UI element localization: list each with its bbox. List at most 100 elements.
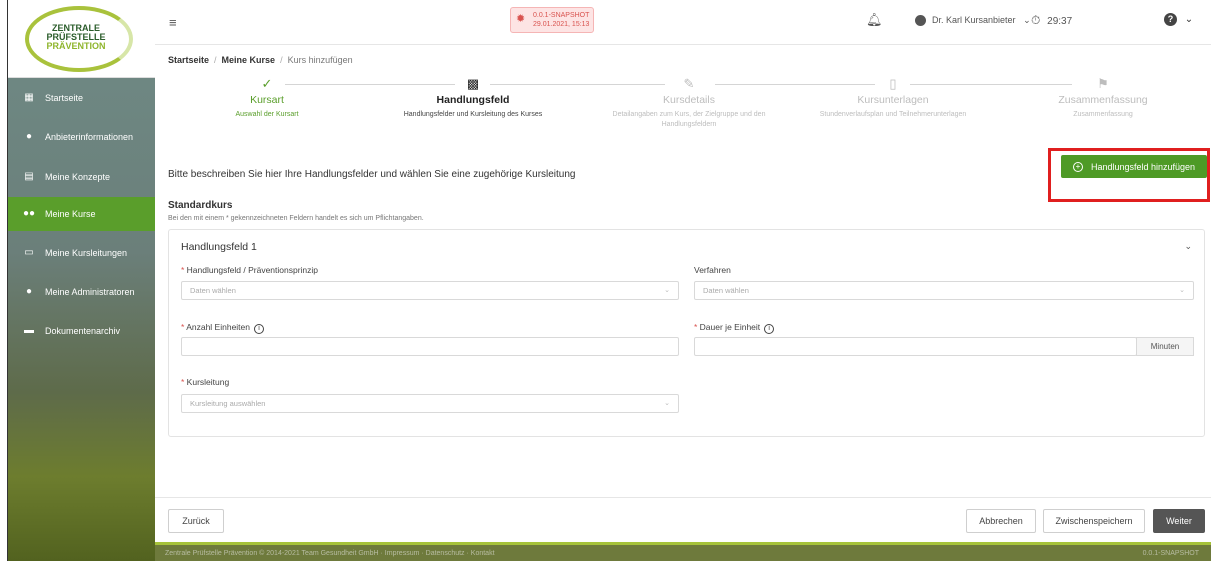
info-icon[interactable]: i: [254, 324, 264, 334]
breadcrumb: Startseite / Meine Kurse / Kurs hinzufügen: [168, 55, 353, 65]
breadcrumb-separator: /: [280, 55, 283, 65]
sidebar-item-konzepte[interactable]: ▤ Meine Konzepte: [8, 160, 156, 194]
group-icon: ●●: [22, 208, 36, 219]
check-icon: ✓: [261, 76, 273, 91]
sidebar-item-administratoren[interactable]: ● Meine Administratoren: [8, 275, 156, 309]
info-icon[interactable]: i: [764, 324, 775, 334]
dashboard-icon: ▦: [24, 92, 34, 103]
card-title: Handlungsfeld 1: [181, 241, 257, 253]
footer-version: 0.0.1-SNAPSHOT: [1142, 550, 1199, 557]
chevron-down-icon: ⌄: [1184, 14, 1194, 25]
step-title: Zusammenfassung: [1058, 94, 1148, 106]
step-kursunterlagen: ▯ Kursunterlagen Stundenverlaufsplan und…: [793, 76, 993, 120]
kursleitung-label: * Kursleitung: [181, 377, 230, 387]
step-title: Handlungsfeld: [436, 94, 510, 106]
sidebar-item-startseite[interactable]: ▦ Startseite: [8, 81, 156, 115]
snapshot-version: 0.0.1-SNAPSHOT: [533, 12, 590, 19]
breadcrumb-current: Kurs hinzufügen: [287, 55, 353, 65]
sidebar-item-label: Meine Kurse: [45, 209, 96, 219]
logo-text: ZENTRALE PRÜFSTELLE PRÄVENTION: [36, 24, 116, 51]
hamburger-menu-icon[interactable]: ≡: [169, 15, 177, 30]
back-button[interactable]: Zurück: [168, 509, 224, 533]
bug-icon: ✹: [516, 13, 526, 25]
handlungsfeld-label: * Handlungsfeld / Präventionsprinzip: [181, 265, 319, 275]
verfahren-label: Verfahren: [694, 265, 731, 275]
minuten-unit: Minuten: [1136, 337, 1194, 356]
chevron-down-icon: ⌄: [664, 400, 670, 407]
sidebar-item-kurse[interactable]: ●● Meine Kurse: [8, 197, 156, 231]
chevron-down-icon: ⌄: [664, 287, 670, 294]
user-avatar-icon: [915, 15, 926, 27]
contact-card-icon: ▭: [24, 247, 34, 258]
step-subtitle: Auswahl der Kursart: [235, 111, 299, 118]
step-kursart[interactable]: ✓ Kursart Auswahl der Kursart: [167, 76, 367, 120]
handlungsfeld-card: Handlungsfeld 1 ⌄ * Handlungsfeld / Präv…: [168, 229, 1205, 437]
sidebar-item-label: Anbieterinformationen: [45, 132, 134, 142]
user-menu[interactable]: Dr. Karl Kursanbieter ⌄: [915, 15, 1031, 27]
checkered-flag-icon: ▩: [466, 76, 480, 91]
step-subtitle: Handlungsfelder und Kursleitung des Kurs…: [403, 111, 543, 118]
sidebar-item-label: Dokumentenarchiv: [45, 326, 121, 336]
timer-value: 29:37: [1047, 16, 1073, 27]
step-title: Kursunterlagen: [857, 94, 929, 106]
calendar-icon: ▤: [24, 171, 34, 182]
flag-icon: ⚑: [1097, 76, 1109, 91]
step-subtitle: Zusammenfassung: [1073, 111, 1133, 118]
sidebar-item-label: Meine Konzepte: [45, 172, 111, 182]
sidebar-item-label: Meine Kursleitungen: [45, 248, 128, 258]
required-note: Bei den mit einem * gekennzeichneten Fel…: [168, 215, 424, 222]
dauer-einheit-input[interactable]: [694, 337, 1137, 356]
step-title: Kursdetails: [663, 94, 715, 106]
help-menu[interactable]: ? ⌄: [1164, 13, 1193, 26]
select-placeholder: Kursleitung auswählen: [190, 399, 266, 408]
select-placeholder: Daten wählen: [190, 286, 236, 295]
cancel-button[interactable]: Abbrechen: [966, 509, 1036, 533]
chevron-down-icon: ⌄: [1179, 287, 1185, 294]
logo-line-3: PRÄVENTION: [46, 41, 106, 51]
archive-icon: ▬: [24, 325, 34, 336]
anzahl-einheiten-input[interactable]: [181, 337, 679, 356]
save-draft-button[interactable]: Zwischenspeichern: [1043, 509, 1145, 533]
snapshot-date: 29.01.2021, 15:13: [533, 21, 590, 28]
breadcrumb-courses[interactable]: Meine Kurse: [222, 55, 276, 65]
verfahren-select[interactable]: Daten wählen ⌄: [694, 281, 1194, 300]
admin-icon: ●: [25, 286, 33, 297]
stopwatch-icon: ⏱︎: [1031, 13, 1041, 27]
snapshot-badge: ✹ 0.0.1-SNAPSHOT 29.01.2021, 15:13: [510, 7, 594, 33]
sidebar-item-label: Startseite: [45, 93, 84, 103]
chevron-down-icon: ⌄: [1023, 15, 1031, 25]
top-header: ≡ ✹ 0.0.1-SNAPSHOT 29.01.2021, 15:13 🔔︎ …: [155, 0, 1211, 45]
highlight-box: [1048, 148, 1210, 202]
page-description: Bitte beschreiben Sie hier Ihre Handlung…: [168, 169, 576, 180]
bell-icon[interactable]: 🔔︎: [866, 12, 883, 28]
handlungsfeld-select[interactable]: Daten wählen ⌄: [181, 281, 679, 300]
breadcrumb-home[interactable]: Startseite: [168, 55, 209, 65]
section-title: Standardkurs: [168, 200, 233, 211]
dauer-einheit-label: * Dauer je Einheit i: [694, 322, 775, 334]
logo[interactable]: ZENTRALE PRÜFSTELLE PRÄVENTION: [8, 0, 156, 78]
step-zusammenfassung: ⚑ Zusammenfassung Zusammenfassung: [1003, 76, 1203, 120]
session-timer: ⏱︎ 29:37: [1031, 13, 1072, 28]
sidebar-item-kursleitungen[interactable]: ▭ Meine Kursleitungen: [8, 236, 156, 270]
edit-document-icon: ✎: [683, 76, 695, 91]
sidebar-item-label: Meine Administratoren: [45, 287, 135, 297]
sidebar-item-anbieterinformationen[interactable]: ● Anbieterinformationen: [8, 120, 156, 154]
sidebar-item-dokumentenarchiv[interactable]: ▬ Dokumentenarchiv: [8, 314, 156, 348]
step-subtitle: Detailangaben zum Kurs, der Zielgruppe u…: [612, 111, 766, 128]
step-subtitle: Stundenverlaufsplan und Teilnehmerunterl…: [819, 111, 967, 118]
page-footer: Zentrale Prüfstelle Prävention © 2014-20…: [155, 542, 1211, 561]
select-placeholder: Daten wählen: [703, 286, 749, 295]
user-name: Dr. Karl Kursanbieter: [932, 15, 1016, 25]
document-icon: ▯: [889, 76, 897, 91]
footer-text: Zentrale Prüfstelle Prävention © 2014-20…: [165, 550, 495, 557]
breadcrumb-separator: /: [214, 55, 217, 65]
step-title: Kursart: [250, 94, 284, 106]
person-icon: ●: [25, 131, 33, 142]
step-kursdetails: ✎ Kursdetails Detailangaben zum Kurs, de…: [589, 76, 789, 130]
chevron-down-icon[interactable]: ⌄: [1184, 241, 1192, 252]
kursleitung-select[interactable]: Kursleitung auswählen ⌄: [181, 394, 679, 413]
help-icon: ?: [1164, 13, 1177, 26]
next-button[interactable]: Weiter: [1153, 509, 1205, 533]
anzahl-einheiten-label: * Anzahl Einheiten i: [181, 322, 264, 334]
step-handlungsfeld[interactable]: ▩ Handlungsfeld Handlungsfelder und Kurs…: [373, 76, 573, 120]
